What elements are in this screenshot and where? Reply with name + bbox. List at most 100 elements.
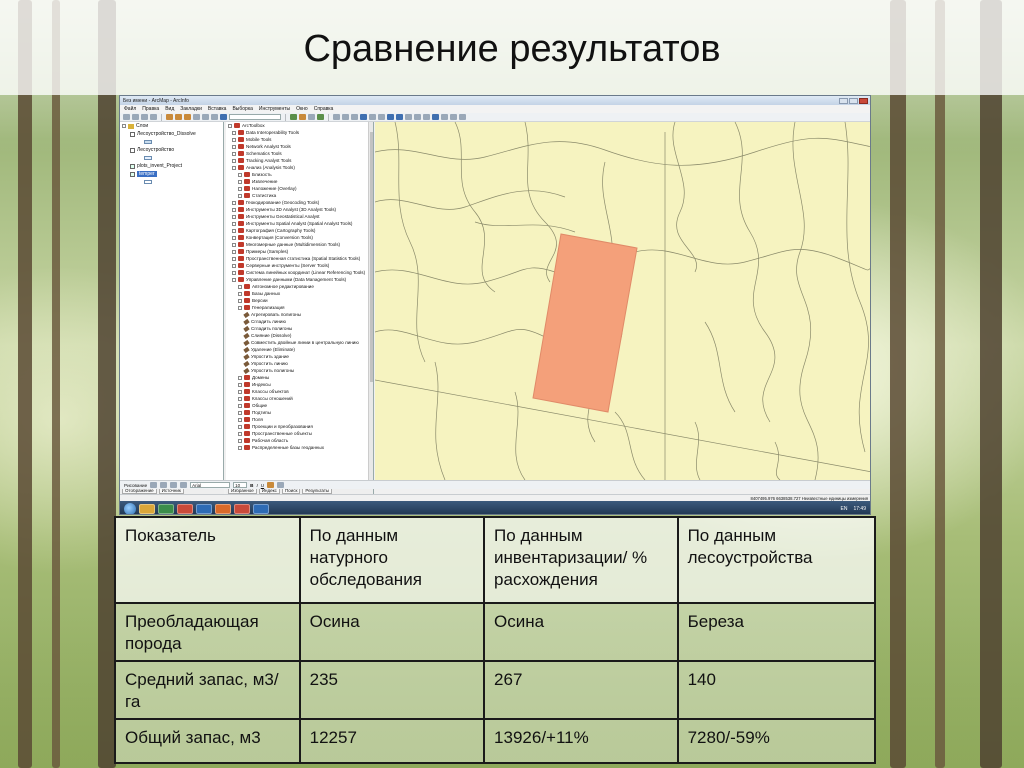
- toolbox-item[interactable]: Network Analyst Tools: [226, 143, 373, 150]
- layer-checkbox[interactable]: [130, 147, 135, 153]
- menu-help[interactable]: Справка: [314, 106, 334, 112]
- toc-layer[interactable]: Лесоустройство: [120, 146, 223, 154]
- toolbox-item[interactable]: Совместить двойные линии в центральную л…: [226, 339, 373, 346]
- menu-tools[interactable]: Инструменты: [259, 106, 290, 112]
- toolbox-item[interactable]: Близость: [226, 171, 373, 178]
- font-select[interactable]: Arial: [190, 482, 231, 488]
- line-color-icon[interactable]: [277, 482, 285, 488]
- expand-icon[interactable]: [238, 410, 242, 415]
- layer-checkbox[interactable]: [130, 131, 135, 137]
- toolbox-item[interactable]: Статистика: [226, 192, 373, 199]
- toolbox-item[interactable]: Сгладить полигоны: [226, 325, 373, 332]
- expand-icon[interactable]: [238, 424, 242, 429]
- text-icon[interactable]: [180, 482, 188, 488]
- toolbox-item[interactable]: Общие: [226, 402, 373, 409]
- expand-icon[interactable]: [232, 151, 236, 156]
- add-data-icon[interactable]: [220, 114, 227, 120]
- expand-icon[interactable]: [232, 207, 236, 212]
- toolbox-item[interactable]: Классы отношений: [226, 395, 373, 402]
- toolbox-item[interactable]: Извлечение: [226, 178, 373, 185]
- toolbox-item[interactable]: Инструменты 3D Analyst (3D Analyst Tools…: [226, 206, 373, 213]
- taskbar-arcmap-icon[interactable]: [253, 503, 269, 514]
- toolbox-item[interactable]: Сгладить линию: [226, 318, 373, 325]
- fixed-zoom-in-icon[interactable]: [369, 114, 376, 120]
- toolbox-item[interactable]: Пространственные объекты: [226, 430, 373, 437]
- toolbox-item[interactable]: Примеры (Samples): [226, 248, 373, 255]
- toolbox-item[interactable]: Домены: [226, 374, 373, 381]
- toolbox-item[interactable]: Упростить здание: [226, 353, 373, 360]
- select-elements-icon[interactable]: [423, 114, 430, 120]
- menu-file[interactable]: Файл: [124, 106, 136, 112]
- expand-icon[interactable]: [238, 186, 242, 191]
- toolbox-item[interactable]: Инструменты Geostatistical Analyst: [226, 213, 373, 220]
- layer-checkbox[interactable]: [130, 171, 135, 177]
- measure-icon[interactable]: [450, 114, 457, 120]
- expand-icon[interactable]: [238, 291, 242, 296]
- toolbox-item[interactable]: Tracking Analyst Tools: [226, 157, 373, 164]
- toolbox-scrollbar[interactable]: [368, 122, 373, 486]
- open-icon[interactable]: [132, 114, 139, 120]
- expand-icon[interactable]: [232, 158, 236, 163]
- expand-icon[interactable]: [232, 270, 236, 275]
- menu-selection[interactable]: Выборка: [232, 106, 252, 112]
- expand-icon[interactable]: [238, 172, 242, 177]
- toolbox-item[interactable]: Подтипы: [226, 409, 373, 416]
- expand-icon[interactable]: [238, 284, 242, 289]
- toolbox-item[interactable]: Инструменты Spatial Analyst (Spatial Ana…: [226, 220, 373, 227]
- toolbox-root[interactable]: ArcToolbox: [226, 122, 373, 129]
- toolbox-item[interactable]: Пространственная статистика (Spatial Sta…: [226, 255, 373, 262]
- expand-icon[interactable]: [232, 249, 236, 254]
- toolbox-item[interactable]: Удаление (Eliminate): [226, 346, 373, 353]
- toolbox-item[interactable]: Schematics Tools: [226, 150, 373, 157]
- map-canvas[interactable]: [375, 122, 871, 480]
- new-icon[interactable]: [123, 114, 130, 120]
- drawing-menu[interactable]: Рисование: [124, 483, 147, 488]
- menu-window[interactable]: Окно: [296, 106, 308, 112]
- toolbox-item[interactable]: Геокодирование (Geocoding Tools): [226, 199, 373, 206]
- bold-button[interactable]: B: [250, 483, 253, 488]
- toolbox-item[interactable]: Слияние (Dissolve): [226, 332, 373, 339]
- toolbox-item[interactable]: Система линейных координат (Linear Refer…: [226, 269, 373, 276]
- toolbox-item[interactable]: Индексы: [226, 381, 373, 388]
- toc-layer[interactable]: plots_invent_Project: [120, 162, 223, 170]
- expand-icon[interactable]: [238, 193, 242, 198]
- italic-button[interactable]: I: [256, 483, 257, 488]
- clear-selection-icon[interactable]: [414, 114, 421, 120]
- clock[interactable]: 17:49: [853, 506, 866, 512]
- close-button[interactable]: [859, 97, 868, 104]
- expand-icon[interactable]: [238, 298, 242, 303]
- find-icon[interactable]: [441, 114, 448, 120]
- undo-icon[interactable]: [202, 114, 209, 120]
- scale-input[interactable]: [229, 114, 281, 120]
- back-icon[interactable]: [387, 114, 394, 120]
- expand-icon[interactable]: [232, 256, 236, 261]
- toolbox-item[interactable]: Упростить полигоны: [226, 367, 373, 374]
- toolbox-item[interactable]: Упростить линию: [226, 360, 373, 367]
- taskbar-app-icon[interactable]: [158, 503, 174, 514]
- delete-icon[interactable]: [193, 114, 200, 120]
- menu-insert[interactable]: Вставка: [208, 106, 227, 112]
- rotate-icon[interactable]: [160, 482, 168, 488]
- zoom-in-icon[interactable]: [333, 114, 340, 120]
- toc-layer[interactable]: temper: [120, 170, 223, 178]
- python-icon[interactable]: [308, 114, 315, 120]
- font-size-select[interactable]: 10: [233, 482, 248, 488]
- taskbar-acrobat-icon[interactable]: [234, 503, 250, 514]
- taskbar-powerpoint-icon[interactable]: [215, 503, 231, 514]
- toc-root[interactable]: Слои: [120, 122, 223, 130]
- map-view[interactable]: [375, 122, 871, 480]
- minimize-button[interactable]: [839, 97, 848, 104]
- cut-icon[interactable]: [166, 114, 173, 120]
- toolbox-item[interactable]: Агрегировать полигоны: [226, 311, 373, 318]
- expand-icon[interactable]: [232, 263, 236, 268]
- identify-icon[interactable]: [432, 114, 439, 120]
- expand-icon[interactable]: [232, 130, 236, 135]
- toolbox-item[interactable]: Базы данных: [226, 290, 373, 297]
- toolbox-item[interactable]: Серверные инструменты (Server Tools): [226, 262, 373, 269]
- paste-icon[interactable]: [184, 114, 191, 120]
- menu-bookmarks[interactable]: Закладки: [180, 106, 202, 112]
- rectangle-icon[interactable]: [170, 482, 178, 488]
- select-features-icon[interactable]: [405, 114, 412, 120]
- expand-icon[interactable]: [232, 214, 236, 219]
- expand-icon[interactable]: [238, 396, 242, 401]
